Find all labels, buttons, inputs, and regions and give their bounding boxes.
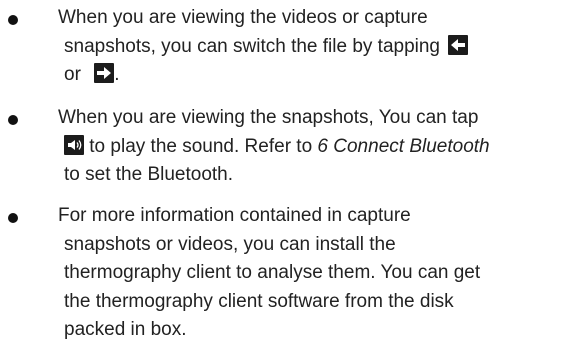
- text-segment: to play the sound. Refer to: [84, 135, 318, 157]
- arrow-right-icon: [94, 63, 115, 83]
- bullet-text: For more information contained in captur…: [58, 202, 556, 345]
- text-line: When you are viewing the snapshots, You …: [58, 107, 479, 128]
- text-line: When you are viewing the videos or captu…: [58, 7, 428, 28]
- bullet-point-icon: [8, 115, 18, 125]
- bullet-text: When you are viewing the videos or captu…: [58, 4, 556, 90]
- text-line: snapshots or videos, you can install the: [64, 233, 396, 255]
- manual-page: When you are viewing the videos or captu…: [0, 0, 570, 357]
- arrow-left-icon: [448, 34, 469, 55]
- bullet-point-icon: [8, 15, 18, 25]
- text-line: to play the sound. Refer to 6 Connect Bl…: [58, 133, 556, 162]
- bullet-point-icon: [8, 213, 18, 223]
- text-line: snapshots, you can switch the file by ta…: [58, 33, 556, 62]
- text-segment: snapshots, you can switch the file by ta…: [64, 35, 441, 57]
- bullet-text: When you are viewing the snapshots, You …: [58, 104, 556, 190]
- text-line: packed in box.: [64, 319, 187, 340]
- cross-reference: 6 Connect Bluetooth: [317, 135, 490, 157]
- text-segment: or: [64, 64, 81, 85]
- text-line: to set the Bluetooth.: [64, 164, 234, 185]
- text-segment: .: [114, 64, 120, 85]
- speaker-icon: [64, 134, 84, 155]
- text-line: the thermography client software from th…: [64, 290, 454, 312]
- text-line: or .: [58, 61, 556, 90]
- text-line: thermography client to analyse them. You…: [64, 262, 481, 283]
- text-line: For more information contained in captur…: [58, 205, 411, 226]
